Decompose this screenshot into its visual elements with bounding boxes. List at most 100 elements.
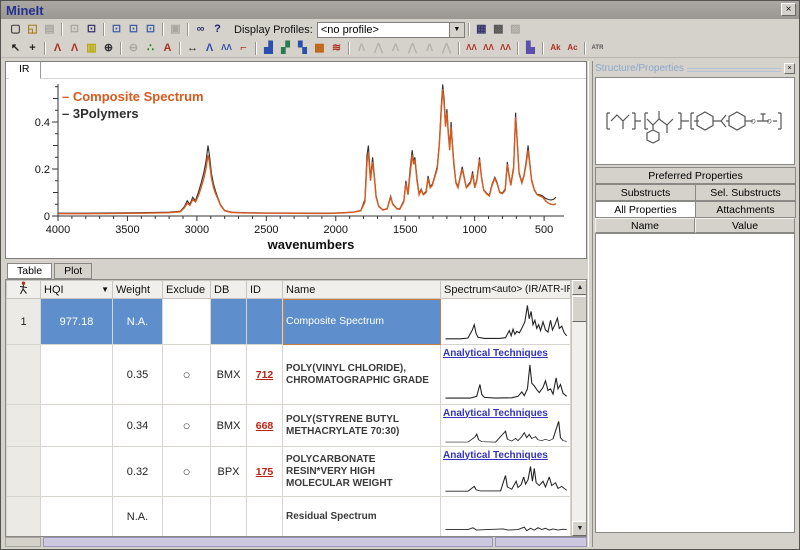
- crosshair-add-icon[interactable]: +: [24, 41, 41, 56]
- vertical-scrollbar[interactable]: ▲ ▼: [571, 280, 587, 536]
- atr-correction-icon[interactable]: ATR: [589, 41, 606, 56]
- full-scale-spectrum-icon[interactable]: Λ: [66, 41, 83, 56]
- table-row[interactable]: 0.35 ○ BMX 712 POLY(VINYL CHLORIDE), CHR…: [7, 345, 571, 405]
- zoom-spectrum-icon[interactable]: Λ: [49, 41, 66, 56]
- scroll-down-icon[interactable]: ▼: [572, 521, 587, 536]
- tab-plot[interactable]: Plot: [54, 263, 92, 279]
- copy-structure-icon[interactable]: ⊡: [125, 22, 142, 37]
- baseline-tool-icon[interactable]: ⌐: [235, 41, 252, 56]
- view-single-icon[interactable]: ▟: [260, 41, 277, 56]
- overlay-view-icon[interactable]: ≋: [328, 41, 345, 56]
- annotate-text-icon[interactable]: A: [159, 41, 176, 56]
- toolbar-separator: [187, 23, 189, 36]
- row-number-cell[interactable]: [7, 405, 41, 447]
- scroll-up-icon[interactable]: ▲: [572, 280, 587, 295]
- tab-substructs[interactable]: Substructs: [595, 184, 696, 201]
- sort-descending-icon: ▼: [101, 285, 109, 294]
- row-number-cell[interactable]: [7, 447, 41, 497]
- column-header-db[interactable]: DB: [211, 281, 247, 299]
- horizontal-scrollbar-thumb[interactable]: [43, 537, 493, 547]
- tab-all-properties[interactable]: All Properties: [595, 201, 696, 218]
- panel-close-icon[interactable]: ×: [784, 63, 795, 74]
- contour-view-icon[interactable]: ▩: [311, 41, 328, 56]
- horizontal-scrollbar[interactable]: [5, 537, 587, 547]
- exclude-cell: ○: [163, 405, 211, 447]
- exclude-cell: ○: [163, 447, 211, 497]
- search-spectrum-icon[interactable]: ΛΛ: [463, 41, 480, 56]
- tab-table[interactable]: Table: [7, 263, 52, 279]
- table-row[interactable]: 0.32 ○ BPX 175 POLYCARBONATE RESIN*VERY …: [7, 447, 571, 497]
- record-id-link[interactable]: 712: [256, 369, 274, 381]
- column-header-name[interactable]: Name: [283, 281, 441, 299]
- table-row[interactable]: N.A. Residual Spectrum: [7, 497, 571, 537]
- analytical-techniques-link[interactable]: Analytical Techniques: [441, 407, 570, 419]
- weight-cell: 0.35: [113, 345, 163, 405]
- column-header-hqi[interactable]: HQI▼: [41, 281, 113, 299]
- svg-text:1500: 1500: [393, 224, 417, 236]
- profile-edit-icon[interactable]: ▩: [490, 22, 507, 37]
- hqi-cell: [41, 497, 113, 537]
- column-header-weight[interactable]: Weight: [113, 281, 163, 299]
- exclude-cell: ○: [163, 345, 211, 405]
- copy-spectrum-icon[interactable]: ⊡: [108, 22, 125, 37]
- row-number-cell[interactable]: 1: [7, 299, 41, 345]
- profile-table-icon[interactable]: ▦: [473, 22, 490, 37]
- scrollbar-thumb[interactable]: [572, 296, 587, 322]
- toolbar-separator: [120, 42, 122, 55]
- table-row[interactable]: 1 977.18 N.A. Composite Spectrum: [7, 299, 571, 345]
- toolbar-spectrum-icons: ↖+ΛΛ▥⊕⊖∴A↔ΛΛΛ⌐▟▞▚▩≋Λ⋀Λ⋀Λ⋀ΛΛΛΛΛΛ▙AkAcATR: [7, 41, 606, 56]
- svg-text:0.2: 0.2: [35, 164, 50, 176]
- column-header-name[interactable]: Name: [595, 218, 695, 233]
- db-cell: [211, 299, 247, 345]
- record-id-link[interactable]: 175: [256, 466, 274, 478]
- auto-search-c-icon[interactable]: Ac: [564, 41, 581, 56]
- peak-labels-icon[interactable]: ΛΛ: [218, 41, 235, 56]
- column-header-value[interactable]: Value: [695, 218, 795, 233]
- analytical-techniques-link[interactable]: Analytical Techniques: [441, 449, 570, 461]
- display-profiles-dropdown[interactable]: <no profile> ▼: [317, 22, 465, 38]
- open-folder-icon[interactable]: ◱: [24, 22, 41, 37]
- column-header-spectrum[interactable]: Spectrum<auto> (IR/ATR-IR): [441, 281, 571, 299]
- tab-preferred-properties[interactable]: Preferred Properties: [595, 167, 796, 184]
- table-row[interactable]: 0.34 ○ BMX 668 POLY(STYRENE BUTYL METHAC…: [7, 405, 571, 447]
- results-panel: Table Plot HQI▼: [5, 263, 587, 547]
- column-header-exclude[interactable]: Exclude: [163, 281, 211, 299]
- name-cell: POLY(STYRENE BUTYL METHACRYLATE 70:30): [283, 405, 441, 447]
- chevron-down-icon[interactable]: ▼: [449, 23, 464, 37]
- row-number-cell[interactable]: [7, 497, 41, 537]
- tab-attachments[interactable]: Attachments: [695, 201, 796, 218]
- row-number-cell[interactable]: [7, 345, 41, 405]
- record-id-link[interactable]: 668: [256, 420, 274, 432]
- search-binoculars-icon[interactable]: ∞: [192, 22, 209, 37]
- peak-picking-icon[interactable]: Λ: [201, 41, 218, 56]
- tab-ir[interactable]: IR: [9, 62, 41, 79]
- column-header-id[interactable]: ID: [247, 281, 283, 299]
- exclude-radio[interactable]: ○: [183, 367, 191, 382]
- copy-page-color-icon[interactable]: ⊡: [83, 22, 100, 37]
- scrollbar-track[interactable]: [572, 322, 587, 521]
- search-functional-icon[interactable]: ΛΛ: [497, 41, 514, 56]
- copy-table-icon[interactable]: ⊡: [142, 22, 159, 37]
- horizontal-scrollbar-thumb-2[interactable]: [495, 537, 587, 547]
- send-to-app-icon[interactable]: ▙: [522, 41, 539, 56]
- analytical-techniques-link[interactable]: Analytical Techniques: [441, 347, 570, 359]
- expand-horizontal-icon[interactable]: ↔: [184, 41, 201, 56]
- exclude-radio[interactable]: ○: [183, 464, 191, 479]
- auto-search-k-icon[interactable]: Ak: [547, 41, 564, 56]
- threshold-select-icon[interactable]: ▥: [83, 41, 100, 56]
- exclude-radio[interactable]: ○: [183, 418, 191, 433]
- id-cell: 175: [247, 447, 283, 497]
- new-document-icon[interactable]: ▢: [7, 22, 24, 37]
- pan-hand-icon[interactable]: ⊕: [100, 41, 117, 56]
- spectrum-thumbnail: [441, 300, 570, 344]
- scatter-view-icon[interactable]: ∴: [142, 41, 159, 56]
- view-grid-icon[interactable]: ▚: [294, 41, 311, 56]
- select-pointer-icon[interactable]: ↖: [7, 41, 24, 56]
- hqi-cell: [41, 405, 113, 447]
- context-help-icon[interactable]: ?: [209, 22, 226, 37]
- tab-sel-substructs[interactable]: Sel. Substructs: [695, 184, 796, 201]
- view-stacked-icon[interactable]: ▞: [277, 41, 294, 56]
- close-icon[interactable]: ×: [781, 3, 796, 16]
- search-mixture-icon[interactable]: ΛΛ: [480, 41, 497, 56]
- ir-spectrum-plot[interactable]: 00.20.44000350030002500200015001000500wa…: [6, 80, 586, 258]
